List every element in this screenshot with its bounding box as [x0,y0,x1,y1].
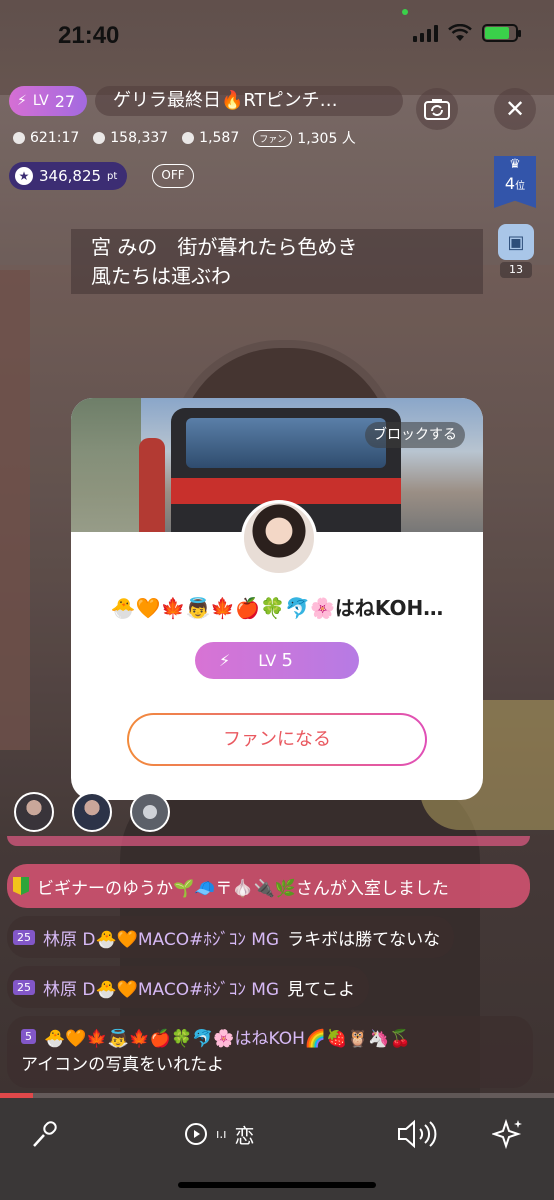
microphone-button[interactable] [30,1116,60,1152]
effects-button[interactable] [492,1116,524,1152]
comment-icon [182,132,195,144]
block-button[interactable]: ブロックする [365,422,465,448]
lyrics-line-1: 宮 みの 街が暮れたら色めき [91,235,358,259]
camera-indicator [402,9,408,15]
volume-button[interactable] [396,1116,438,1152]
chat-join-message: ビギナーのゆうか🌱🧢〒🧄🔌🌿さんが入室しました [7,864,530,908]
clock-icon [13,132,25,144]
camera-switch-button[interactable] [416,88,458,130]
star-icon: ★ [15,167,33,185]
profile-level-badge: ⚡ LV 5 [195,642,359,679]
camera-rotate-icon [424,99,450,120]
eye-icon [93,132,106,144]
points-badge[interactable]: ★ 346,825 pt [9,162,128,190]
wifi-icon [448,24,472,41]
bottom-toolbar: ı.ı 恋 [0,1098,554,1170]
profile-username: 🐣🧡🍁👼🍁🍎🍀🐬🌸はねKOH… [110,596,444,620]
lightning-icon: ⚡ [17,93,27,109]
microphone-icon [33,1121,57,1147]
chat-message[interactable]: 25 林原 D🐣🧡MACO#ﾎｼﾞｺﾝ MG ラキボは勝てないな [7,916,455,958]
lyrics-line-2: 風たちは運ぶわ [91,264,231,288]
gift-box-icon[interactable]: ▣ [498,224,534,260]
streamer-level-badge[interactable]: ⚡ LV 27 [9,86,88,116]
play-icon [185,1123,207,1145]
home-indicator [0,1170,554,1200]
beginner-icon [13,877,29,895]
stream-title[interactable]: ゲリラ最終日🔥RTピンチ… [95,86,403,116]
fan-tag: ファン [253,129,293,147]
become-fan-button[interactable]: ファンになる [127,713,427,766]
stream-stats: 621:17 158,337 1,587 ファン 1,305 人 [13,128,356,148]
profile-avatar[interactable] [241,500,317,576]
chat-message-partial [7,836,530,846]
rank-ribbon[interactable]: ♛ 4位 [494,156,536,208]
gift-count: 13 [500,262,532,278]
speaker-icon [398,1119,437,1149]
viewer-avatar[interactable] [14,792,54,832]
close-button[interactable]: ✕ [494,88,536,130]
status-bar: 21:40 [0,0,554,80]
chat-message[interactable]: 5 🐣🧡🍁👼🍁🍎🍀🐬🌸はねKOH🌈🍓🦉🦄🍒 アイコンの写真をいれたよ [7,1016,533,1088]
close-icon: ✕ [504,95,526,123]
chat-message[interactable]: 25 林原 D🐣🧡MACO#ﾎｼﾞｺﾝ MG 見てこよ [7,966,370,1008]
level-icon: ⚡ [219,651,231,670]
lyrics-overlay: 宮 みの 街が暮れたら色めき 風たちは運ぶわ [71,229,483,294]
status-time: 21:40 [58,22,120,49]
crown-icon: ♛ [509,157,521,172]
equalizer-icon: ı.ı [216,1127,227,1141]
signal-icon [413,24,438,42]
song-play-button[interactable]: ı.ı 恋 [184,1116,254,1152]
profile-modal: ブロックする 🐣🧡🍁👼🍁🍎🍀🐬🌸はねKOH… ⚡ LV 5 ファンになる [71,398,483,800]
song-title: 恋 [234,1123,255,1148]
battery-icon [482,24,521,42]
sparkle-icon [492,1118,522,1150]
viewer-avatar[interactable] [72,792,112,832]
off-toggle[interactable]: OFF [152,164,194,188]
viewer-avatar-placeholder[interactable] [130,792,170,832]
